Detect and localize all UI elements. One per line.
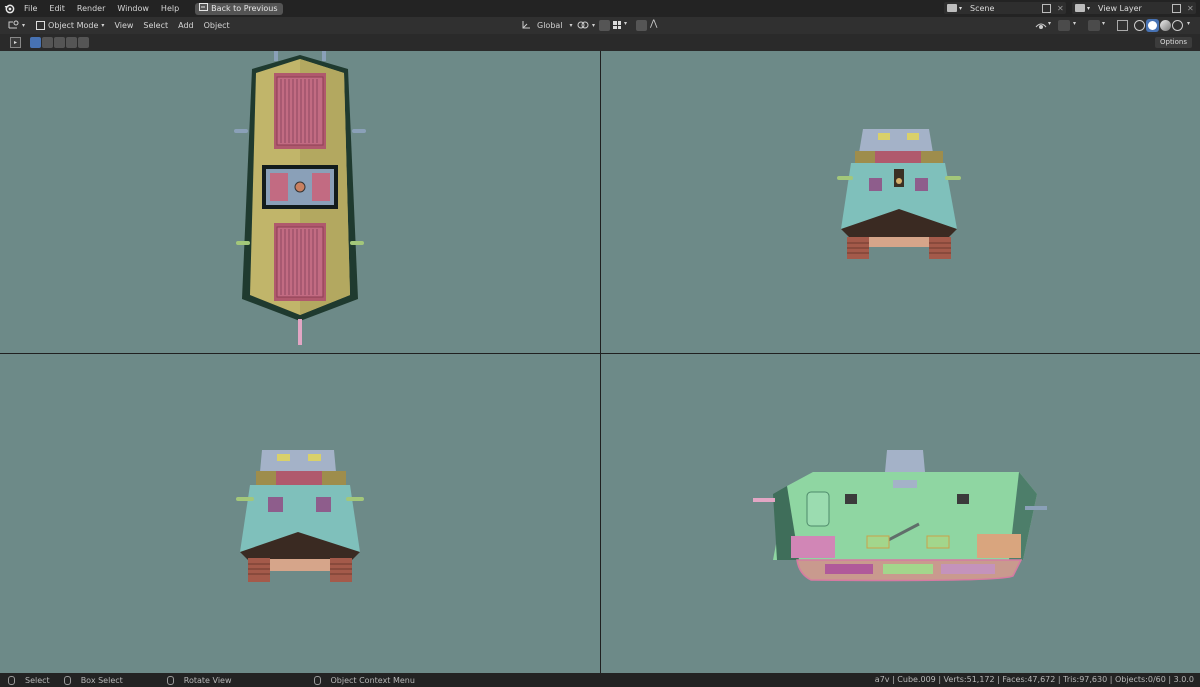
status-context-label: Object Context Menu (330, 675, 415, 685)
mouse-right-icon (313, 675, 321, 685)
xray-toggle-icon[interactable] (1117, 20, 1128, 31)
mode-selector[interactable]: Object Mode ▾ (31, 17, 109, 34)
editor-type-icon (8, 20, 19, 31)
new-view-layer-icon[interactable] (1172, 3, 1182, 13)
remove-scene-icon[interactable]: ✕ (1057, 4, 1064, 13)
transform-orientation-selector[interactable]: Global ▾ (521, 17, 573, 34)
snap-toggle-icon[interactable] (599, 20, 610, 31)
viewport-bottom-right[interactable] (601, 354, 1200, 673)
view-layer-selector[interactable]: ▾ View Layer ✕ (1072, 2, 1196, 14)
options-button[interactable]: Options (1154, 37, 1192, 48)
snap-target-icon[interactable] (613, 21, 621, 29)
view-layer-name: View Layer (1098, 3, 1142, 13)
pivot-point-selector[interactable]: ▾ (577, 17, 595, 34)
viewport-header: ▾ Object Mode ▾ View Select Add Object G… (0, 17, 1200, 34)
chevron-down-icon[interactable]: ▾ (624, 20, 627, 27)
tank-side-view (753, 450, 1047, 582)
select-new-icon[interactable] (30, 37, 41, 48)
viewport-bottom-left[interactable] (0, 354, 600, 673)
back-button-label: Back to Previous (211, 3, 278, 13)
scene-icon (947, 4, 957, 12)
status-select-label: Select (25, 675, 50, 685)
mouse-middle-icon (166, 675, 174, 685)
menu-help[interactable]: Help (155, 0, 185, 17)
mode-label: Object Mode (48, 21, 99, 30)
status-box-select-hint: Box Select (63, 675, 123, 685)
object-mode-icon (36, 21, 46, 30)
chevron-down-icon: ▾ (592, 22, 596, 29)
chevron-down-icon: ▾ (959, 4, 963, 12)
top-bar: File Edit Render Window Help Back to Pre… (0, 0, 1200, 17)
tool-settings-bar: ▸ Options (0, 34, 1200, 51)
new-scene-icon[interactable] (1042, 3, 1052, 13)
menu-edit[interactable]: Edit (43, 0, 71, 17)
editor-type-selector[interactable]: ▾ (8, 20, 25, 31)
solid-shading-icon[interactable] (1146, 19, 1159, 32)
mouse-left-icon (8, 675, 15, 685)
tank-front-view (236, 450, 364, 582)
rendered-shading-icon[interactable] (1172, 20, 1183, 31)
proportional-edit-icon[interactable] (636, 20, 647, 31)
mouse-middle-icon (63, 675, 71, 685)
chevron-down-icon: ▾ (101, 22, 105, 29)
orientation-icon (521, 20, 531, 32)
menu-file[interactable]: File (18, 0, 43, 17)
viewport-divider-horizontal[interactable] (0, 353, 1200, 354)
select-extend-icon[interactable] (42, 37, 53, 48)
menu-window[interactable]: Window (111, 0, 155, 17)
select-intersect-icon[interactable] (78, 37, 89, 48)
material-shading-icon[interactable] (1160, 20, 1171, 31)
status-box-select-label: Box Select (80, 675, 123, 685)
gizmo-toggle-icon[interactable] (1058, 20, 1070, 31)
scene-selector[interactable]: ▾ Scene ✕ (944, 2, 1066, 14)
menu-object[interactable]: Object (199, 17, 235, 34)
orientation-label: Global (537, 21, 563, 30)
chevron-down-icon: ▾ (22, 22, 26, 29)
blender-logo-icon[interactable] (0, 0, 18, 17)
viewport-divider-vertical[interactable] (600, 51, 601, 673)
status-context-hint: Object Context Menu (313, 675, 415, 685)
chevron-down-icon[interactable]: ▾ (1187, 20, 1190, 27)
menu-add[interactable]: Add (173, 17, 199, 34)
status-rotate-hint: Rotate View (166, 675, 232, 685)
chevron-down-icon[interactable]: ▾ (1048, 20, 1051, 27)
wireframe-shading-icon[interactable] (1134, 20, 1145, 31)
visibility-icon[interactable] (1035, 21, 1047, 32)
view-layer-icon (1075, 4, 1085, 12)
scene-statistics: a7v | Cube.009 | Verts:51,172 | Faces:47… (874, 675, 1194, 684)
falloff-icon[interactable]: ⋀ (650, 19, 657, 29)
chevron-down-icon[interactable]: ▾ (1073, 20, 1076, 27)
overlays-icon[interactable] (1088, 20, 1100, 31)
tank-top-view (234, 51, 366, 345)
scene-name: Scene (970, 3, 995, 13)
select-subtract-icon[interactable] (54, 37, 65, 48)
viewport-top-right[interactable] (601, 51, 1200, 353)
status-rotate-label: Rotate View (183, 675, 232, 685)
back-icon (199, 2, 209, 15)
chevron-down-icon[interactable]: ▾ (1102, 20, 1105, 27)
chevron-down-icon: ▾ (569, 22, 573, 29)
menu-select[interactable]: Select (138, 17, 173, 34)
menu-render[interactable]: Render (71, 0, 111, 17)
viewport-top-left[interactable] (0, 51, 600, 353)
remove-view-layer-icon[interactable]: ✕ (1187, 4, 1194, 13)
tool-icon[interactable]: ▸ (10, 37, 21, 48)
chevron-down-icon: ▾ (1087, 4, 1091, 12)
back-to-previous-button[interactable]: Back to Previous (195, 2, 283, 15)
pivot-icon (577, 20, 589, 32)
select-invert-icon[interactable] (66, 37, 77, 48)
menu-view[interactable]: View (109, 17, 138, 34)
status-bar: Select Box Select Rotate View Object Con… (0, 673, 1200, 687)
tank-front-view-small (837, 129, 961, 259)
status-select-hint: Select (8, 675, 50, 685)
